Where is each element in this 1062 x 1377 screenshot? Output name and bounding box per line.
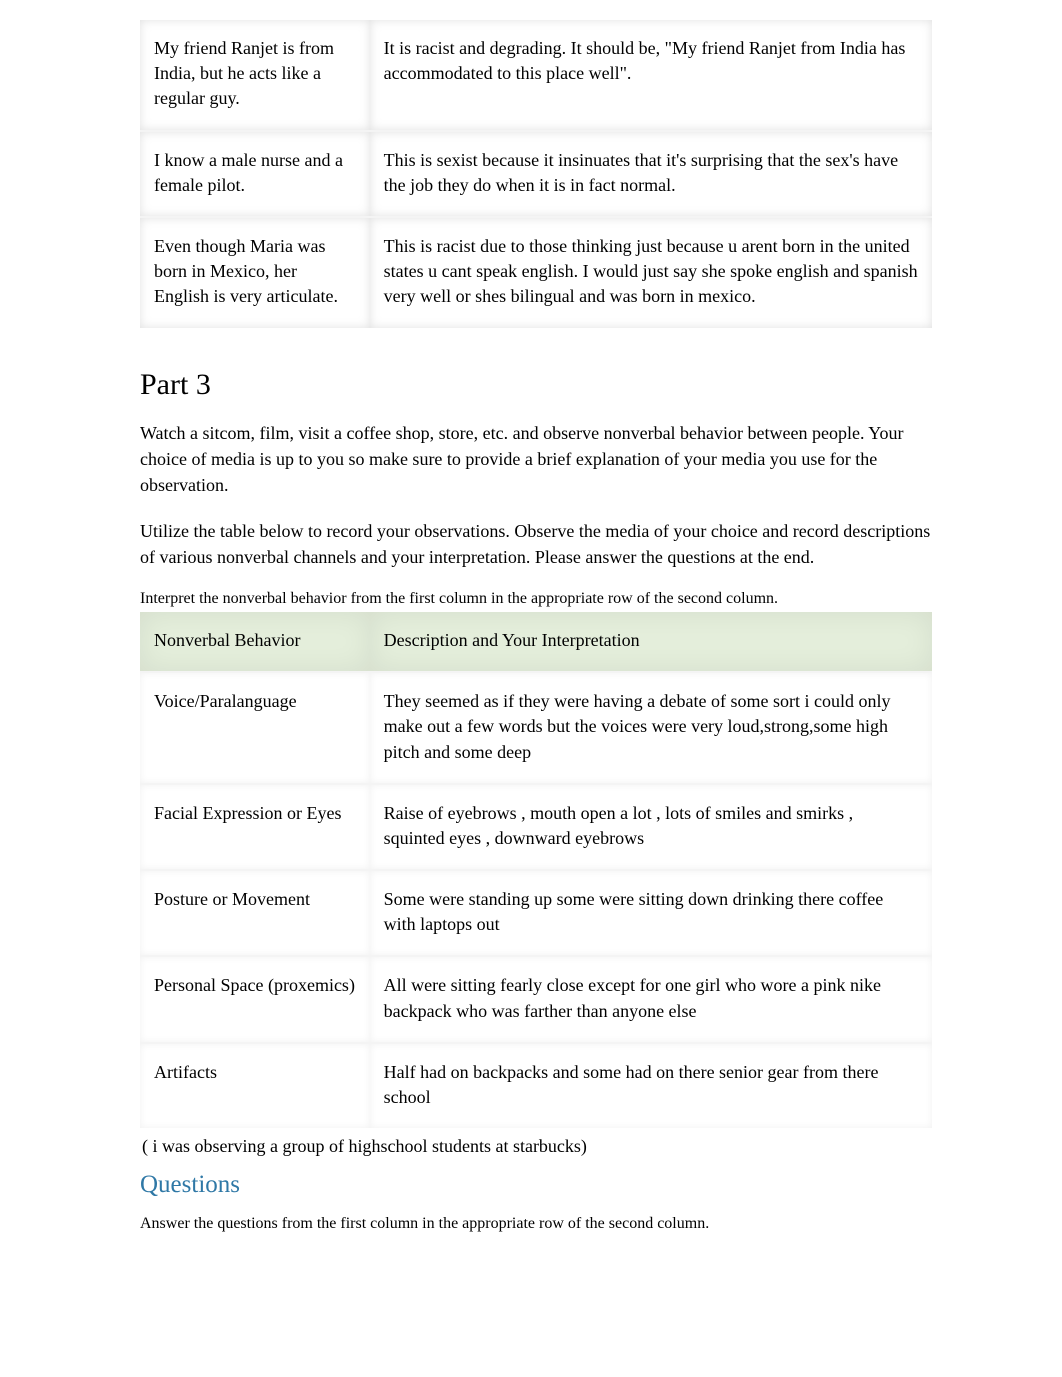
table-header-row: Nonverbal Behavior Description and Your … [140,612,932,671]
part3-para1: Watch a sitcom, film, visit a coffee sho… [140,420,932,498]
table-row: My friend Ranjet is from India, but he a… [140,20,932,130]
bias-statements-table: My friend Ranjet is from India, but he a… [140,20,932,328]
behavior-description: All were sitting fearly close except for… [370,955,932,1041]
response-cell: This is racist due to those thinking jus… [370,216,932,328]
table-row: Posture or Movement Some were standing u… [140,869,932,955]
table-row: Even though Maria was born in Mexico, he… [140,216,932,328]
behavior-description: Half had on backpacks and some had on th… [370,1042,932,1128]
behavior-label: Posture or Movement [140,869,370,955]
table-row: Personal Space (proxemics) All were sitt… [140,955,932,1041]
statement-cell: Even though Maria was born in Mexico, he… [140,216,370,328]
header-nonverbal-behavior: Nonverbal Behavior [140,612,370,671]
observation-note: ( i was observing a group of highschool … [142,1136,932,1157]
questions-heading: Questions [140,1171,932,1199]
table-row: I know a male nurse and a female pilot. … [140,130,932,216]
questions-caption: Answer the questions from the first colu… [140,1215,932,1233]
document-page: My friend Ranjet is from India, but he a… [0,0,1062,1297]
statement-cell: I know a male nurse and a female pilot. [140,130,370,216]
nonverbal-behavior-table: Nonverbal Behavior Description and Your … [140,612,932,1128]
part3-para2: Utilize the table below to record your o… [140,518,932,570]
nonverbal-table-caption: Interpret the nonverbal behavior from th… [140,590,932,608]
table-row: Artifacts Half had on backpacks and some… [140,1042,932,1128]
behavior-description: Raise of eyebrows , mouth open a lot , l… [370,783,932,869]
statement-cell: My friend Ranjet is from India, but he a… [140,20,370,130]
behavior-label: Artifacts [140,1042,370,1128]
table-row: Facial Expression or Eyes Raise of eyebr… [140,783,932,869]
behavior-label: Voice/Paralanguage [140,671,370,783]
behavior-label: Personal Space (proxemics) [140,955,370,1041]
response-cell: This is sexist because it insinuates tha… [370,130,932,216]
table-row: Voice/Paralanguage They seemed as if the… [140,671,932,783]
behavior-label: Facial Expression or Eyes [140,783,370,869]
header-description-interpretation: Description and Your Interpretation [370,612,932,671]
behavior-description: They seemed as if they were having a deb… [370,671,932,783]
response-cell: It is racist and degrading. It should be… [370,20,932,130]
behavior-description: Some were standing up some were sitting … [370,869,932,955]
part3-title: Part 3 [140,368,932,402]
